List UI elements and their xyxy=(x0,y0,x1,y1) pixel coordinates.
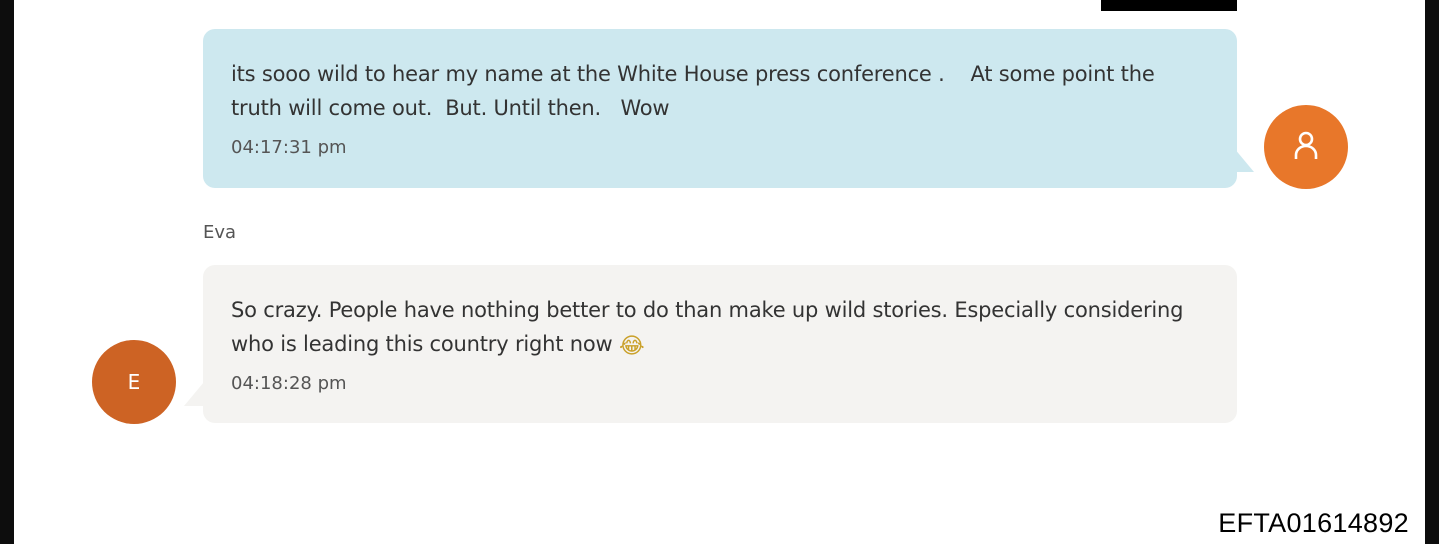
message-text: So crazy. People have nothing better to … xyxy=(231,293,1209,361)
bubble-tail xyxy=(1234,148,1254,172)
message-timestamp: 04:18:28 pm xyxy=(231,373,347,394)
person-icon xyxy=(1292,129,1320,165)
message-text: its sooo wild to hear my name at the Whi… xyxy=(231,62,1162,120)
message-timestamp: 04:17:31 pm xyxy=(231,137,347,158)
message-bubble-incoming[interactable]: So crazy. People have nothing better to … xyxy=(203,265,1237,423)
redaction-bar xyxy=(1101,0,1237,11)
bubble-tail xyxy=(184,382,204,406)
avatar-initial: E xyxy=(127,370,141,394)
contact-avatar[interactable]: E xyxy=(92,340,176,424)
sender-name: Eva xyxy=(203,222,237,243)
laughing-emoji-icon: 😂 xyxy=(618,334,645,359)
chat-page: its sooo wild to hear my name at the Whi… xyxy=(14,0,1425,544)
my-avatar[interactable] xyxy=(1264,105,1348,189)
message-bubble-outgoing[interactable]: its sooo wild to hear my name at the Whi… xyxy=(203,29,1237,188)
message-text-body: So crazy. People have nothing better to … xyxy=(231,298,1184,356)
document-id: EFTA01614892 xyxy=(1218,508,1409,538)
